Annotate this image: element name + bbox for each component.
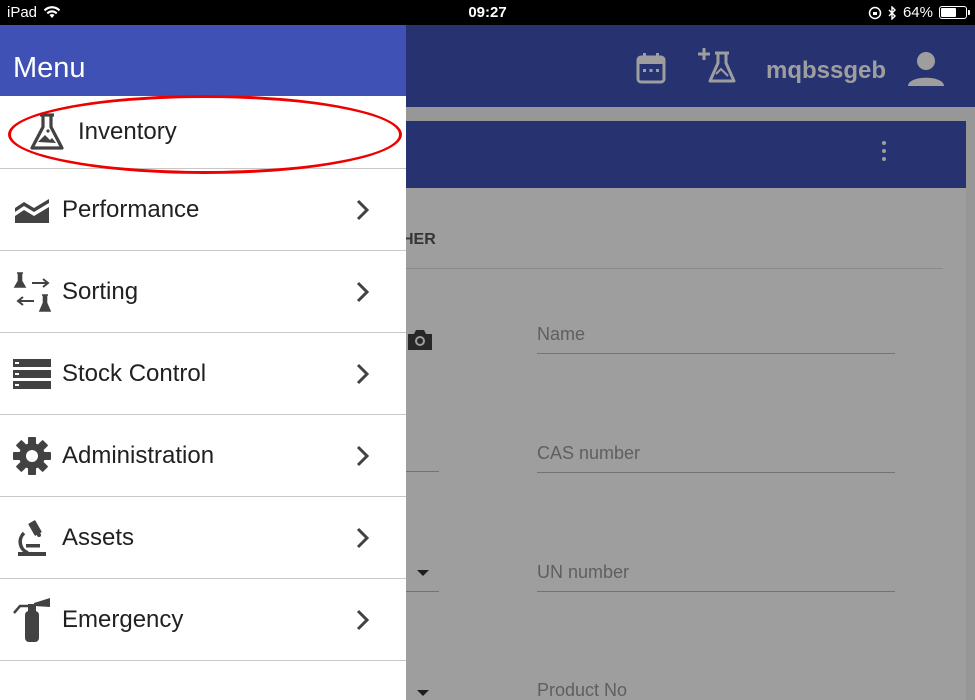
status-bar: iPad 09:27 64% [0, 0, 975, 25]
menu-item-label: Performance [62, 195, 200, 223]
menu-item-label: Emergency [62, 605, 184, 633]
chevron-right-icon [356, 609, 370, 630]
battery-percent: 64% [902, 4, 933, 21]
chevron-right-icon [356, 445, 370, 466]
storage-icon [12, 354, 52, 394]
gear-icon [12, 436, 52, 476]
chevron-right-icon [356, 527, 370, 548]
menu-item-label: Stock Control [62, 359, 207, 387]
menu-item-stock-control[interactable]: Stock Control [0, 333, 406, 415]
menu-item-assets[interactable]: Assets [0, 497, 406, 579]
menu-item-label: Inventory [78, 118, 177, 145]
navigation-drawer: Menu Inventory Performance Sorting Stock… [0, 25, 406, 700]
clock: 09:27 [468, 4, 507, 21]
chevron-right-icon [356, 281, 370, 302]
menu-item-administration[interactable]: Administration [0, 415, 406, 497]
menu-item-emergency[interactable]: Emergency [0, 579, 406, 661]
menu-item-label: Assets [62, 523, 135, 551]
area-chart-icon [12, 190, 52, 230]
battery-icon [939, 6, 970, 19]
menu-item-label: Administration [62, 441, 215, 469]
drawer-title: Menu [0, 25, 406, 96]
menu-item-sorting[interactable]: Sorting [0, 251, 406, 333]
microscope-icon [12, 518, 52, 558]
menu-item-label: Sorting [62, 277, 139, 305]
sorting-icon [12, 271, 52, 312]
bluetooth-icon [888, 5, 896, 20]
fire-extinguisher-icon [12, 597, 52, 642]
flask-icon [27, 112, 67, 152]
menu-item-inventory[interactable]: Inventory [0, 96, 406, 169]
chevron-right-icon [356, 363, 370, 384]
chevron-right-icon [356, 199, 370, 220]
menu-item-performance[interactable]: Performance [0, 169, 406, 251]
orientation-lock-icon [868, 6, 882, 19]
